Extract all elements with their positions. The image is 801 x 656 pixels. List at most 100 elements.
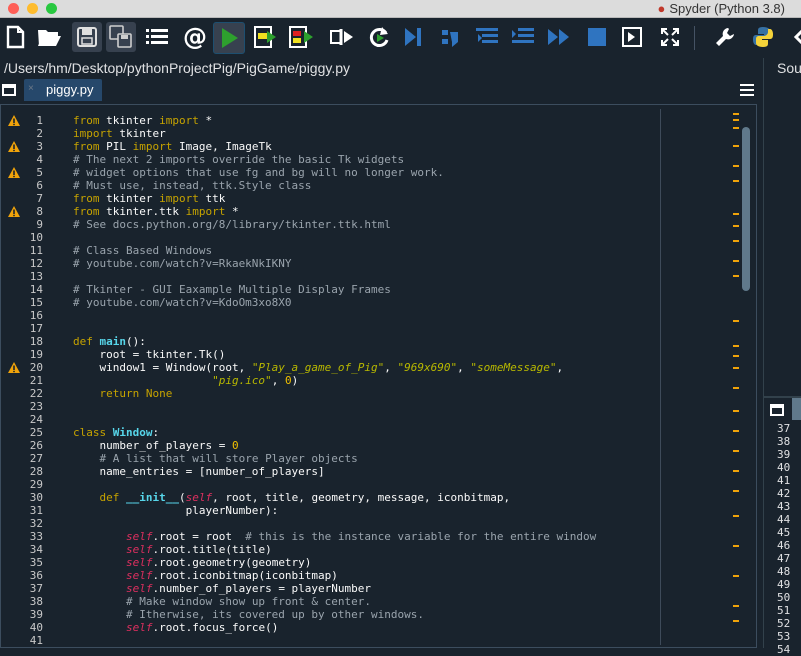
run-cell-advance-icon[interactable] — [286, 22, 316, 52]
warning-icon[interactable] — [8, 114, 20, 126]
code-line: self.root.geometry(geometry) — [73, 556, 729, 569]
warning-marker[interactable] — [733, 165, 739, 167]
code-token: ( — [178, 491, 186, 504]
warning-marker[interactable] — [733, 367, 739, 369]
warning-marker[interactable] — [733, 605, 739, 607]
line-number: 40 — [29, 621, 43, 634]
console-line-number: 45 — [777, 526, 791, 539]
line-number: 38 — [29, 595, 43, 608]
code-line: # youtube.com/watch?v=KdoOm3xo8X0 — [73, 296, 729, 309]
tab-close-icon[interactable]: × — [28, 83, 34, 94]
warning-marker[interactable] — [733, 430, 739, 432]
main-toolbar: @ — [0, 18, 801, 58]
warning-icon[interactable] — [8, 205, 20, 217]
code-token: playerNumber): — [73, 504, 279, 517]
fullscreen-icon[interactable] — [655, 22, 685, 52]
warning-marker[interactable] — [733, 410, 739, 412]
run-icon[interactable] — [213, 22, 245, 54]
warning-marker[interactable] — [733, 545, 739, 547]
line-number: 26 — [29, 439, 43, 452]
open-file-icon[interactable] — [34, 22, 64, 52]
line-number: 24 — [29, 413, 43, 426]
warning-icon[interactable] — [8, 140, 20, 152]
maximize-pane-icon[interactable] — [617, 22, 647, 52]
save-all-icon[interactable] — [106, 22, 136, 52]
warning-marker[interactable] — [733, 320, 739, 322]
code-token: .root = root — [152, 530, 246, 543]
warning-icon[interactable] — [8, 361, 20, 373]
warning-marker[interactable] — [733, 387, 739, 389]
console-line-number: 42 — [777, 487, 791, 500]
code-token: main — [99, 335, 127, 348]
tab-piggy-py[interactable]: × piggy.py — [24, 79, 102, 101]
run-cell-icon[interactable] — [250, 22, 280, 52]
warning-marker[interactable] — [733, 620, 739, 622]
scrollbar[interactable] — [729, 105, 755, 645]
code-token: number_of_players = — [73, 439, 232, 452]
code-token: * — [225, 205, 239, 218]
warning-marker[interactable] — [733, 470, 739, 472]
code-token: tkinter — [99, 114, 160, 127]
wrench-icon[interactable] — [710, 22, 740, 52]
step-return-icon[interactable] — [508, 22, 538, 52]
warning-marker[interactable] — [733, 240, 739, 242]
warning-marker[interactable] — [733, 345, 739, 347]
scrollbar-thumb[interactable] — [742, 127, 750, 291]
more-toolbar-icon[interactable] — [786, 22, 801, 52]
warning-icon[interactable] — [8, 166, 20, 178]
code-editor[interactable]: 1 2 3 4 5 6 7 8 9 10 11 12 13 14 15 16 17 18 19 20 21 22 23 24 2… — [0, 104, 757, 648]
file-path: /Users/hm/Desktop/pythonProjectPig/PigGa… — [4, 60, 351, 76]
window-titlebar: ● Spyder (Python 3.8) — [0, 0, 801, 18]
code-line: # Tkinter - GUI Eaxample Multiple Displa… — [73, 283, 729, 296]
code-token: from — [73, 192, 100, 205]
line-number: 2 — [36, 127, 43, 140]
rerun-icon[interactable] — [364, 22, 394, 52]
debug-icon[interactable] — [398, 22, 428, 52]
save-file-icon[interactable] — [72, 22, 102, 52]
warning-marker[interactable] — [733, 127, 739, 129]
warning-marker[interactable] — [733, 450, 739, 452]
close-window-button[interactable] — [8, 3, 19, 14]
browse-tabs-icon[interactable] — [2, 83, 16, 96]
code-token: import — [73, 127, 113, 140]
warning-marker[interactable] — [733, 355, 739, 357]
warning-marker[interactable] — [733, 515, 739, 517]
warning-marker[interactable] — [733, 260, 739, 262]
code-token: from — [73, 205, 100, 218]
code-line: def main(): — [73, 335, 729, 348]
code-line: self.root.title(title) — [73, 543, 729, 556]
code-token: # Make window show up front & center. — [125, 595, 372, 608]
warning-marker[interactable] — [733, 213, 739, 215]
zoom-window-button[interactable] — [46, 3, 57, 14]
outline-icon[interactable] — [142, 22, 172, 52]
step-icon[interactable] — [436, 22, 466, 52]
console-tab[interactable] — [792, 398, 801, 420]
warning-marker[interactable] — [733, 119, 739, 121]
warning-marker[interactable] — [733, 180, 739, 182]
code-line: # See docs.python.org/8/library/tkinter.… — [73, 218, 729, 231]
new-file-icon[interactable] — [0, 22, 30, 52]
warning-marker[interactable] — [733, 575, 739, 577]
python-icon[interactable] — [748, 22, 778, 52]
browse-tabs-icon[interactable] — [770, 403, 784, 416]
warning-marker[interactable] — [733, 275, 739, 277]
minimize-window-button[interactable] — [27, 3, 38, 14]
warning-marker[interactable] — [733, 490, 739, 492]
code-area[interactable]: from tkinter import * import tkinter from … — [69, 105, 729, 645]
warning-marker[interactable] — [733, 225, 739, 227]
editor-options-menu-icon[interactable] — [740, 83, 754, 96]
at-symbol-icon[interactable]: @ — [180, 22, 210, 52]
step-into-icon[interactable] — [472, 22, 502, 52]
warning-marker[interactable] — [733, 113, 739, 115]
run-selection-icon[interactable] — [326, 22, 356, 52]
continue-icon[interactable] — [544, 22, 574, 52]
warning-marker[interactable] — [733, 145, 739, 147]
stop-icon[interactable] — [582, 22, 612, 52]
